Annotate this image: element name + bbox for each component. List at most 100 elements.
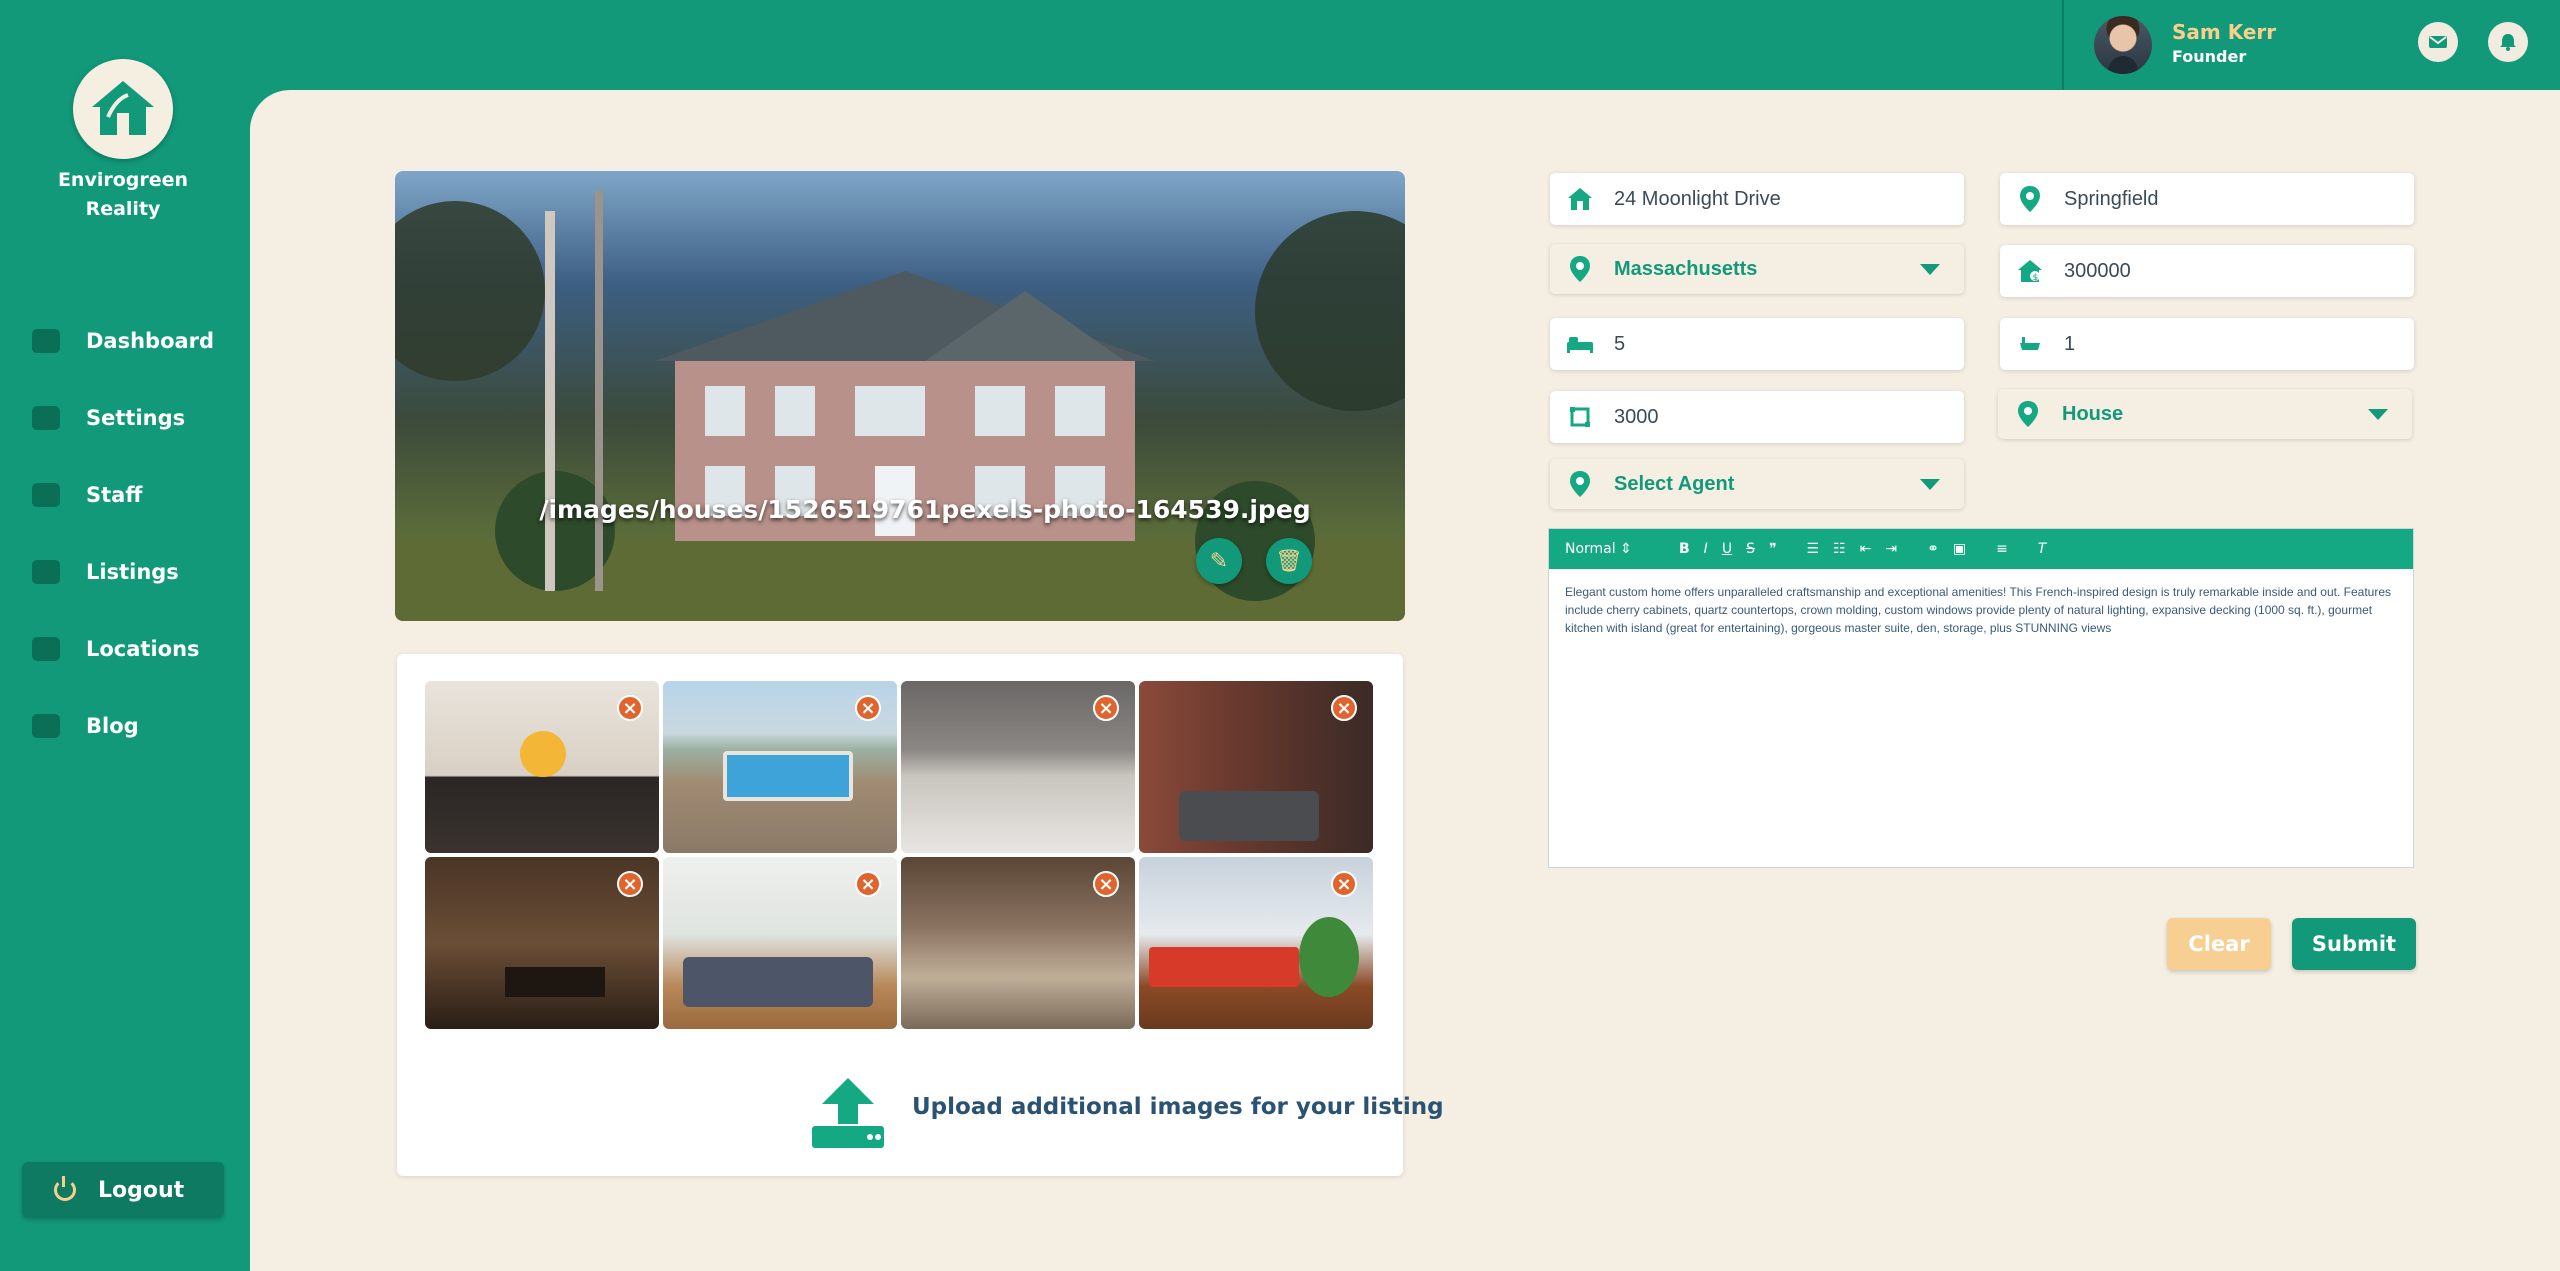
- image-icon[interactable]: ▣: [1953, 541, 1966, 557]
- sidebar-item-locations[interactable]: Locations: [32, 629, 242, 669]
- strikethrough-icon[interactable]: S: [1746, 541, 1755, 557]
- gallery-thumbnail[interactable]: ×: [901, 857, 1135, 1029]
- format-select[interactable]: Normal ⇕: [1565, 541, 1665, 557]
- price-tag-icon: $: [2014, 255, 2046, 287]
- description-editor[interactable]: Normal ⇕ B I U S ❞ ☰ ☷ ⇤ ⇥ ⚭ ▣ ≡ T Elega…: [1548, 528, 2414, 868]
- agent-select[interactable]: Select Agent: [1550, 459, 1964, 509]
- property-type-select[interactable]: House: [1998, 389, 2412, 439]
- editor-content[interactable]: Elegant custom home offers unparalleled …: [1549, 569, 2413, 651]
- link-icon[interactable]: ⚭: [1927, 541, 1939, 557]
- bullet-list-icon[interactable]: ☷: [1833, 541, 1846, 557]
- sidebar-item-label: Locations: [86, 637, 200, 661]
- bathrooms-field[interactable]: 1: [2000, 318, 2414, 370]
- mail-button[interactable]: [2418, 22, 2458, 62]
- gear-icon: [32, 406, 60, 430]
- state-select[interactable]: Massachusetts: [1550, 244, 1964, 294]
- flowers-shape: [520, 731, 566, 777]
- sidebar: Envirogreen Reality Dashboard Settings S…: [0, 0, 250, 1271]
- remove-image-button[interactable]: ×: [617, 695, 643, 721]
- city-value: Springfield: [2064, 187, 2159, 210]
- upload-images-label[interactable]: Upload additional images for your listin…: [912, 1094, 1444, 1120]
- main-listing-image: /images/houses/1526519761pexels-photo-16…: [395, 171, 1405, 621]
- italic-icon[interactable]: I: [1704, 541, 1708, 557]
- brand-line-2: Reality: [85, 198, 161, 220]
- gallery-thumbnail[interactable]: ×: [663, 857, 897, 1029]
- gallery-thumbnail[interactable]: ×: [425, 681, 659, 853]
- avatar[interactable]: [2094, 16, 2152, 74]
- map-pin-icon: [1564, 468, 1596, 500]
- red-sofa-shape: [1149, 947, 1299, 987]
- power-icon: [54, 1176, 76, 1201]
- sofa-shape: [1179, 791, 1319, 841]
- underline-icon[interactable]: U: [1722, 541, 1732, 557]
- remove-image-button[interactable]: ×: [617, 871, 643, 897]
- sidebar-item-dashboard[interactable]: Dashboard: [32, 321, 242, 361]
- sidebar-item-listings[interactable]: Listings: [32, 552, 242, 592]
- quote-icon[interactable]: ❞: [1769, 541, 1777, 557]
- clear-button[interactable]: Clear: [2167, 918, 2271, 970]
- bedrooms-value: 5: [1614, 332, 1626, 355]
- brand-logo[interactable]: [73, 59, 173, 159]
- chevron-down-icon: [1920, 264, 1940, 275]
- sqft-field[interactable]: 3000: [1550, 391, 1964, 443]
- plant-shape: [1299, 917, 1359, 997]
- sidebar-item-staff[interactable]: Staff: [32, 475, 242, 515]
- delete-image-button[interactable]: 🗑: [1266, 538, 1312, 584]
- edit-image-button[interactable]: ✎: [1196, 538, 1242, 584]
- outdent-icon[interactable]: ⇤: [1860, 541, 1872, 557]
- dashboard-icon: [32, 329, 60, 353]
- sidebar-item-settings[interactable]: Settings: [32, 398, 242, 438]
- brand-name: Envirogreen Reality: [40, 166, 206, 224]
- logout-button[interactable]: Logout: [22, 1162, 224, 1218]
- gallery-thumbnail[interactable]: ×: [663, 681, 897, 853]
- sofa-shape: [683, 957, 873, 1007]
- align-icon[interactable]: ≡: [1996, 541, 2008, 557]
- sidebar-item-label: Blog: [86, 714, 139, 738]
- clear-format-icon[interactable]: T: [2038, 541, 2047, 557]
- svg-text:$: $: [2033, 273, 2039, 283]
- bell-icon: [2500, 34, 2516, 51]
- gallery-thumbnail[interactable]: ×: [1139, 681, 1373, 853]
- bedrooms-field[interactable]: 5: [1550, 318, 1964, 370]
- map-pin-icon: [2012, 398, 2044, 430]
- remove-image-button[interactable]: ×: [855, 695, 881, 721]
- sidebar-item-blog[interactable]: Blog: [32, 706, 242, 746]
- bathtub-icon: [2014, 328, 2046, 360]
- map-pin-icon: [2014, 183, 2046, 215]
- bed-icon: [1564, 328, 1596, 360]
- price-field[interactable]: $ 300000: [2000, 245, 2414, 297]
- remove-image-button[interactable]: ×: [1093, 871, 1119, 897]
- sqft-value: 3000: [1614, 405, 1659, 428]
- remove-image-button[interactable]: ×: [1331, 695, 1357, 721]
- remove-image-button[interactable]: ×: [1331, 871, 1357, 897]
- notifications-button[interactable]: [2488, 22, 2528, 62]
- user-icon: [32, 483, 60, 507]
- state-value: Massachusetts: [1614, 257, 1758, 280]
- trees-illustration: [395, 191, 1405, 621]
- edit-icon: ✎: [1209, 548, 1229, 574]
- brand-line-1: Envirogreen: [57, 169, 189, 191]
- ordered-list-icon[interactable]: ☰: [1807, 541, 1820, 557]
- table-shape: [505, 967, 605, 997]
- sidebar-item-label: Staff: [86, 483, 143, 507]
- address-value: 24 Moonlight Drive: [1614, 187, 1781, 210]
- address-field[interactable]: 24 Moonlight Drive: [1550, 173, 1964, 225]
- indent-icon[interactable]: ⇥: [1885, 541, 1897, 557]
- submit-button[interactable]: Submit: [2292, 918, 2416, 970]
- sidebar-item-label: Dashboard: [86, 329, 215, 353]
- format-select-value: Normal: [1565, 541, 1616, 557]
- remove-image-button[interactable]: ×: [855, 871, 881, 897]
- remove-image-button[interactable]: ×: [1093, 695, 1119, 721]
- user-name: Sam Kerr: [2172, 20, 2277, 44]
- city-field[interactable]: Springfield: [2000, 173, 2414, 225]
- logout-label: Logout: [98, 1177, 185, 1203]
- gallery-thumbnail[interactable]: ×: [1139, 857, 1373, 1029]
- house-icon: [32, 560, 60, 584]
- map-pin-icon: [1564, 253, 1596, 285]
- bold-icon[interactable]: B: [1679, 541, 1690, 557]
- gallery-thumbnail[interactable]: ×: [425, 857, 659, 1029]
- pool-shape: [723, 751, 853, 801]
- gallery-thumbnail[interactable]: ×: [901, 681, 1135, 853]
- upload-icon[interactable]: [812, 1078, 884, 1148]
- editor-toolbar: Normal ⇕ B I U S ❞ ☰ ☷ ⇤ ⇥ ⚭ ▣ ≡ T: [1549, 529, 2413, 569]
